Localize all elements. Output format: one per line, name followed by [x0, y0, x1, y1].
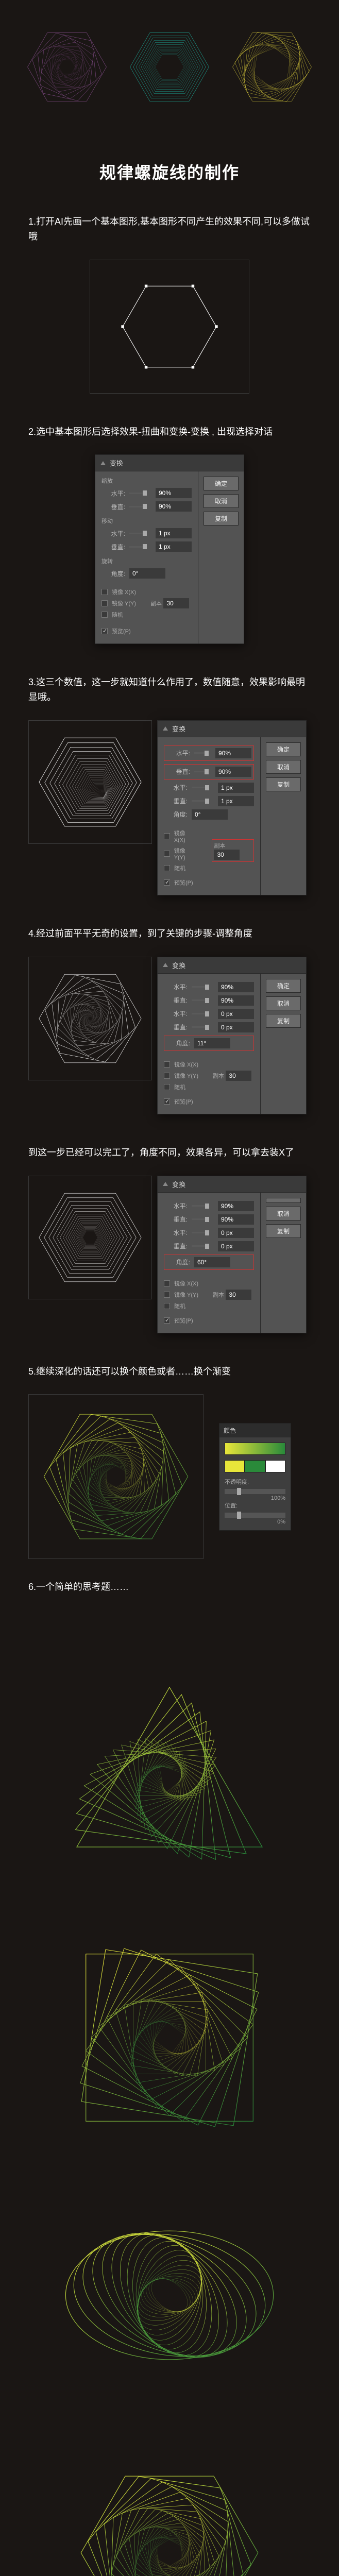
copy-button[interactable]: 复制	[204, 512, 239, 526]
copy-button[interactable]: 复制	[266, 1224, 301, 1238]
color-panel: 颜色 不透明度: 100% 位置: 0%	[219, 1423, 291, 1531]
input-move-v[interactable]	[156, 541, 192, 552]
transform-panel-step4: 变换 水平: 垂直: 水平: 垂直: 角度: 镜像 X(X) 镜像 Y(Y) 随…	[157, 957, 307, 1114]
gallery-ellipse	[28, 2166, 311, 2424]
warning-icon	[100, 461, 106, 465]
slider-h[interactable]	[129, 490, 151, 496]
section-rotate: 旋转	[101, 557, 192, 565]
section-scale: 缩放	[101, 477, 192, 485]
input-scale-v[interactable]	[215, 767, 251, 777]
input-copies[interactable]	[214, 850, 240, 860]
hero-spiral-purple	[21, 21, 113, 113]
ok-button[interactable]: 确定	[204, 477, 239, 490]
cancel-button[interactable]: 取消	[204, 494, 239, 508]
gallery-hex-final	[28, 2424, 311, 2576]
cancel-button[interactable]: 取消	[266, 996, 301, 1010]
chk-mirror-x[interactable]	[101, 589, 108, 595]
copy-button[interactable]: 复制	[266, 1014, 301, 1028]
slider-mh[interactable]	[129, 531, 151, 536]
transform-panel-step3: 变换 水平: 垂直: 水平: 垂直: 角度: 镜像 X(X) 镜像 Y(Y) 随…	[157, 720, 307, 895]
swatch-yellow[interactable]	[225, 1460, 245, 1472]
warning-icon	[163, 1182, 168, 1186]
color-panel-title: 颜色	[219, 1423, 291, 1437]
swatch-green[interactable]	[245, 1460, 265, 1472]
step-4-text: 4.经过前面平平无奇的设置，到了关键的步骤-调整角度	[28, 926, 311, 941]
panel-title: 变换	[110, 458, 123, 468]
copy-button[interactable]: 复制	[266, 777, 301, 791]
step-5-canvas	[28, 1394, 204, 1559]
input-scale-v[interactable]	[156, 501, 192, 512]
ok-button[interactable]: 确定	[266, 742, 301, 756]
slider-mv[interactable]	[129, 544, 151, 549]
input-scale-h[interactable]	[156, 488, 192, 498]
step-3-canvas	[28, 720, 152, 844]
step-4b-text: 到这一步已经可以完工了，角度不同，效果各异，可以拿去装X了	[28, 1145, 311, 1160]
input-angle-key[interactable]	[194, 1038, 230, 1048]
step-2-text: 2.选中基本图形后选择效果-扭曲和变换-变换 , 出现选择对话	[28, 425, 311, 439]
gradient-preview[interactable]	[225, 1443, 285, 1455]
input-angle[interactable]	[129, 568, 165, 579]
location-slider[interactable]	[225, 1513, 285, 1518]
hero-banner	[0, 0, 339, 134]
section-move: 移动	[101, 517, 192, 525]
input-move-h[interactable]	[156, 528, 192, 538]
step-6-text: 6.一个简单的思考题……	[28, 1580, 311, 1595]
chk-preview[interactable]	[101, 628, 108, 634]
gallery-square	[28, 1909, 311, 2166]
warning-icon	[163, 963, 168, 967]
hero-spiral-teal	[123, 21, 216, 113]
step-4-canvas	[28, 957, 152, 1080]
input-scale-h[interactable]	[215, 748, 251, 758]
step-5-text: 5.继续深化的话还可以换个颜色或者……换个渐变	[28, 1364, 311, 1379]
slider-v[interactable]	[129, 504, 151, 509]
chk-random[interactable]	[101, 612, 108, 618]
warning-icon	[163, 726, 168, 731]
step-1-text: 1.打开AI先画一个基本图形,基本图形不同产生的效果不同,可以多做试哦	[28, 214, 311, 244]
transform-panel-step2: 变换 缩放 水平: 垂直: 移动 水平: 垂直: 旋转 角度: 镜像 X(X) …	[95, 454, 244, 644]
hero-spiral-yellow	[226, 21, 318, 113]
tutorial-title: 规律螺旋线的制作	[0, 160, 339, 183]
swatch-white[interactable]	[265, 1460, 285, 1472]
cancel-button[interactable]: 取消	[266, 1207, 301, 1221]
cancel-button[interactable]: 取消	[266, 760, 301, 774]
opacity-slider[interactable]	[225, 1489, 285, 1494]
input-copies[interactable]	[163, 598, 189, 608]
ok-button[interactable]: 确定	[266, 979, 301, 993]
step-4b-canvas	[28, 1176, 152, 1299]
step-3-text: 3.这三个数值，这一步就知道什么作用了，数值随意，效果影响最明显哦。	[28, 675, 311, 705]
ok-button[interactable]	[266, 1198, 301, 1203]
transform-panel-step4b: 变换 水平: 垂直: 水平: 垂直: 角度: 镜像 X(X) 镜像 Y(Y) 随…	[157, 1176, 307, 1333]
chk-mirror-y[interactable]	[101, 600, 108, 606]
gallery-triangle	[28, 1651, 311, 1909]
step-1-canvas	[90, 260, 249, 394]
